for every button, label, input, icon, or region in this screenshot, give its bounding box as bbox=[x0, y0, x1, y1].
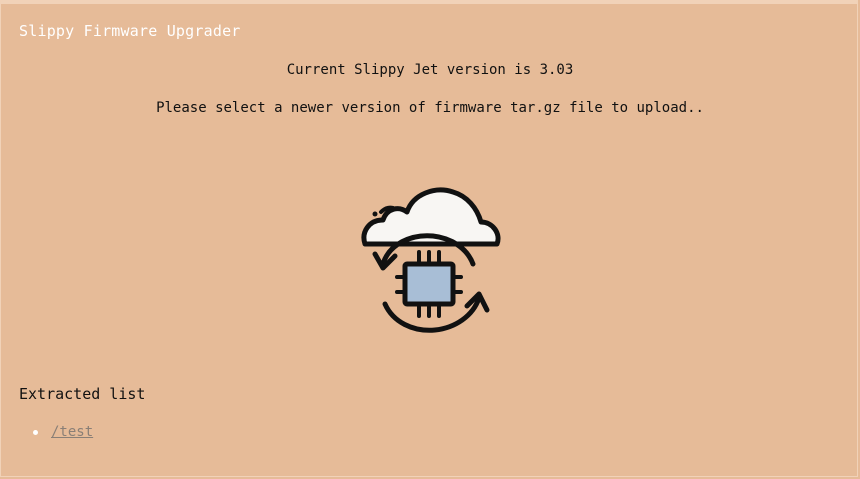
extracted-list-heading: Extracted list bbox=[19, 385, 146, 403]
bullet-icon bbox=[33, 429, 38, 435]
upload-instruction-text: Please select a newer version of firmwar… bbox=[156, 100, 704, 116]
cloud-firmware-upload-icon bbox=[361, 187, 501, 333]
list-item: /test bbox=[33, 424, 93, 440]
current-version-text: Current Slippy Jet version is 3.03 bbox=[286, 62, 574, 78]
app-title: Slippy Firmware Upgrader bbox=[19, 22, 241, 40]
extracted-file-link[interactable]: /test bbox=[51, 424, 93, 440]
firmware-upload-button[interactable] bbox=[355, 182, 505, 342]
extracted-file-list: /test bbox=[33, 424, 93, 440]
